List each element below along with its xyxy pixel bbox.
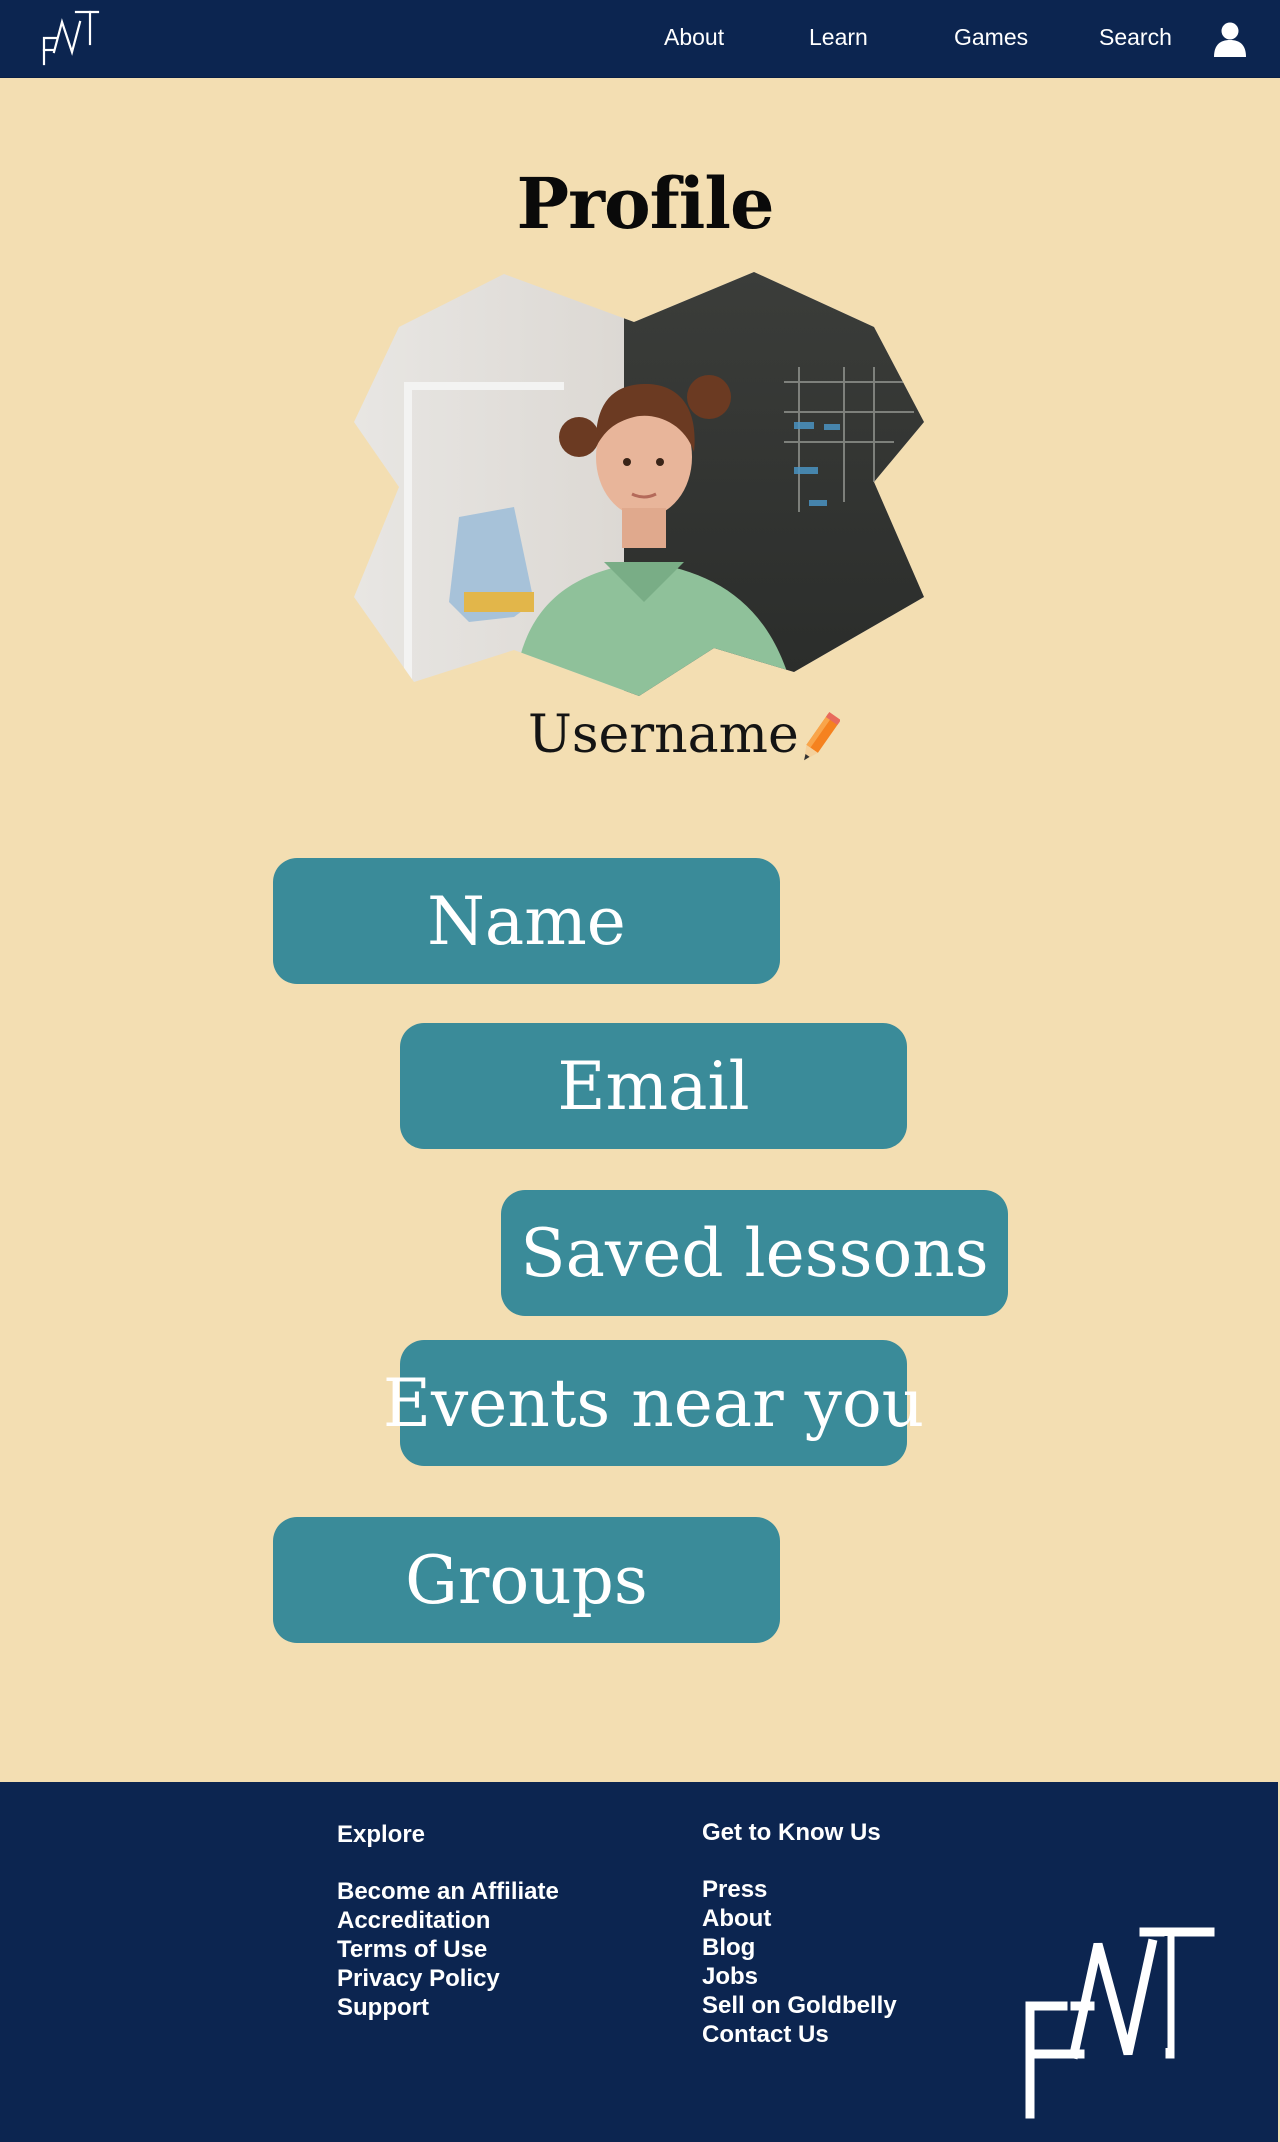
fmt-logo-large-icon — [1025, 1927, 1215, 2119]
footer-link-terms[interactable]: Terms of Use — [337, 1935, 559, 1964]
page-title: Profile — [516, 162, 774, 245]
footer-link-jobs[interactable]: Jobs — [702, 1962, 897, 1991]
footer-link-press[interactable]: Press — [702, 1875, 897, 1904]
footer-link-goldbelly[interactable]: Sell on Goldbelly — [702, 1991, 897, 2020]
footer-link-about[interactable]: About — [702, 1904, 897, 1933]
footer-link-support[interactable]: Support — [337, 1993, 559, 2022]
footer-explore-heading: Explore — [337, 1821, 426, 1848]
nav-about-link[interactable]: About — [664, 24, 724, 51]
saved-lessons-button[interactable]: Saved lessons — [501, 1190, 1008, 1316]
nav-search-link[interactable]: Search — [1099, 24, 1172, 51]
nav-games-link[interactable]: Games — [954, 24, 1028, 51]
footer-link-contact[interactable]: Contact Us — [702, 2020, 897, 2049]
name-button[interactable]: Name — [273, 858, 780, 984]
nav-learn-link[interactable]: Learn — [809, 24, 868, 51]
top-nav-bar: About Learn Games Search — [0, 0, 1280, 78]
footer-link-accreditation[interactable]: Accreditation — [337, 1906, 559, 1935]
footer-link-affiliate[interactable]: Become an Affiliate — [337, 1877, 559, 1906]
footer-link-blog[interactable]: Blog — [702, 1933, 897, 1962]
fmt-logo-icon[interactable] — [40, 8, 102, 66]
pencil-icon[interactable] — [798, 711, 840, 767]
footer-know-heading: Get to Know Us — [702, 1819, 881, 1846]
footer-link-privacy[interactable]: Privacy Policy — [337, 1964, 559, 1993]
profile-avatar-image[interactable] — [354, 272, 926, 696]
footer-know-links: Press About Blog Jobs Sell on Goldbelly … — [702, 1875, 897, 2049]
groups-button[interactable]: Groups — [273, 1517, 780, 1643]
user-icon[interactable] — [1211, 20, 1249, 58]
events-near-you-button[interactable]: Events near you — [383, 1340, 924, 1466]
footer-explore-links: Become an Affiliate Accreditation Terms … — [337, 1877, 559, 2022]
username-text: Username — [528, 705, 799, 765]
email-button[interactable]: Email — [400, 1023, 907, 1149]
